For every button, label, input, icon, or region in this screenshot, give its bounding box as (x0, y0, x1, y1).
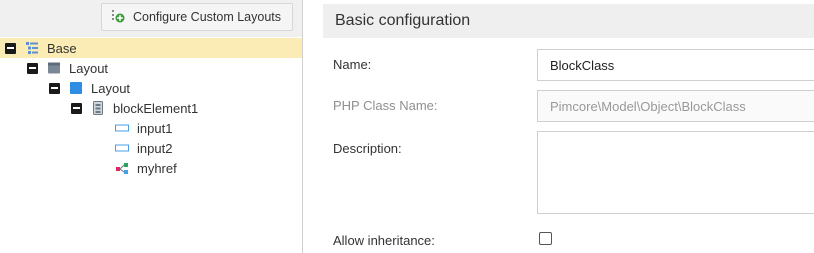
panel-title: Basic configuration (335, 12, 471, 29)
region-icon (69, 81, 83, 95)
tree-node-label: Layout (69, 60, 109, 76)
allow-inheritance-checkbox[interactable] (539, 232, 552, 245)
php-class-name-field: Pimcore\Model\Object\BlockClass (537, 90, 814, 122)
tree-node-label: Layout (91, 80, 131, 96)
description-label: Description: (333, 141, 402, 156)
block-icon (91, 101, 105, 115)
tree-node-base[interactable]: Base (0, 38, 302, 58)
tree-node-layout-region[interactable]: Layout (0, 78, 302, 98)
tree-node-label: blockElement1 (113, 100, 199, 116)
input-icon (115, 141, 129, 155)
tree-node-input1[interactable]: input1 (0, 118, 302, 138)
tree-node-label: input1 (137, 120, 173, 136)
tree-toolbar: Configure Custom Layouts (0, 0, 302, 37)
panel-icon (47, 61, 61, 75)
collapse-toggle-icon[interactable] (5, 42, 16, 54)
configure-custom-layouts-label: Configure Custom Layouts (133, 10, 281, 24)
collapse-toggle-icon[interactable] (49, 82, 60, 94)
tree-node-label: myhref (137, 160, 177, 176)
layout-tree-panel: Configure Custom Layouts Base Layout Lay… (0, 0, 303, 253)
name-label: Name: (333, 57, 372, 72)
panel-header: Basic configuration (323, 4, 814, 38)
configure-custom-layouts-button[interactable]: Configure Custom Layouts (101, 3, 293, 31)
collapse-toggle-icon[interactable] (71, 102, 82, 114)
description-textarea[interactable] (537, 131, 814, 214)
add-layout-icon (111, 9, 125, 26)
tree-node-block-element[interactable]: blockElement1 (0, 98, 302, 118)
tree-node-label: input2 (137, 140, 173, 156)
basic-configuration-panel: Basic configuration Name: BlockClass PHP… (303, 0, 814, 253)
collapse-toggle-icon[interactable] (27, 62, 38, 74)
tree-node-input2[interactable]: input2 (0, 138, 302, 158)
name-field[interactable]: BlockClass (537, 49, 814, 81)
input-icon (115, 121, 129, 135)
href-icon (115, 161, 129, 175)
tree-node-layout-panel[interactable]: Layout (0, 58, 302, 78)
allow-inheritance-label: Allow inheritance: (333, 233, 435, 248)
php-class-name-label: PHP Class Name: (333, 98, 438, 113)
class-editor: Configure Custom Layouts Base Layout Lay… (0, 0, 814, 253)
tree-node-label: Base (47, 40, 77, 56)
list-tree-icon (25, 41, 39, 55)
tree-node-myhref[interactable]: myhref (0, 158, 302, 178)
